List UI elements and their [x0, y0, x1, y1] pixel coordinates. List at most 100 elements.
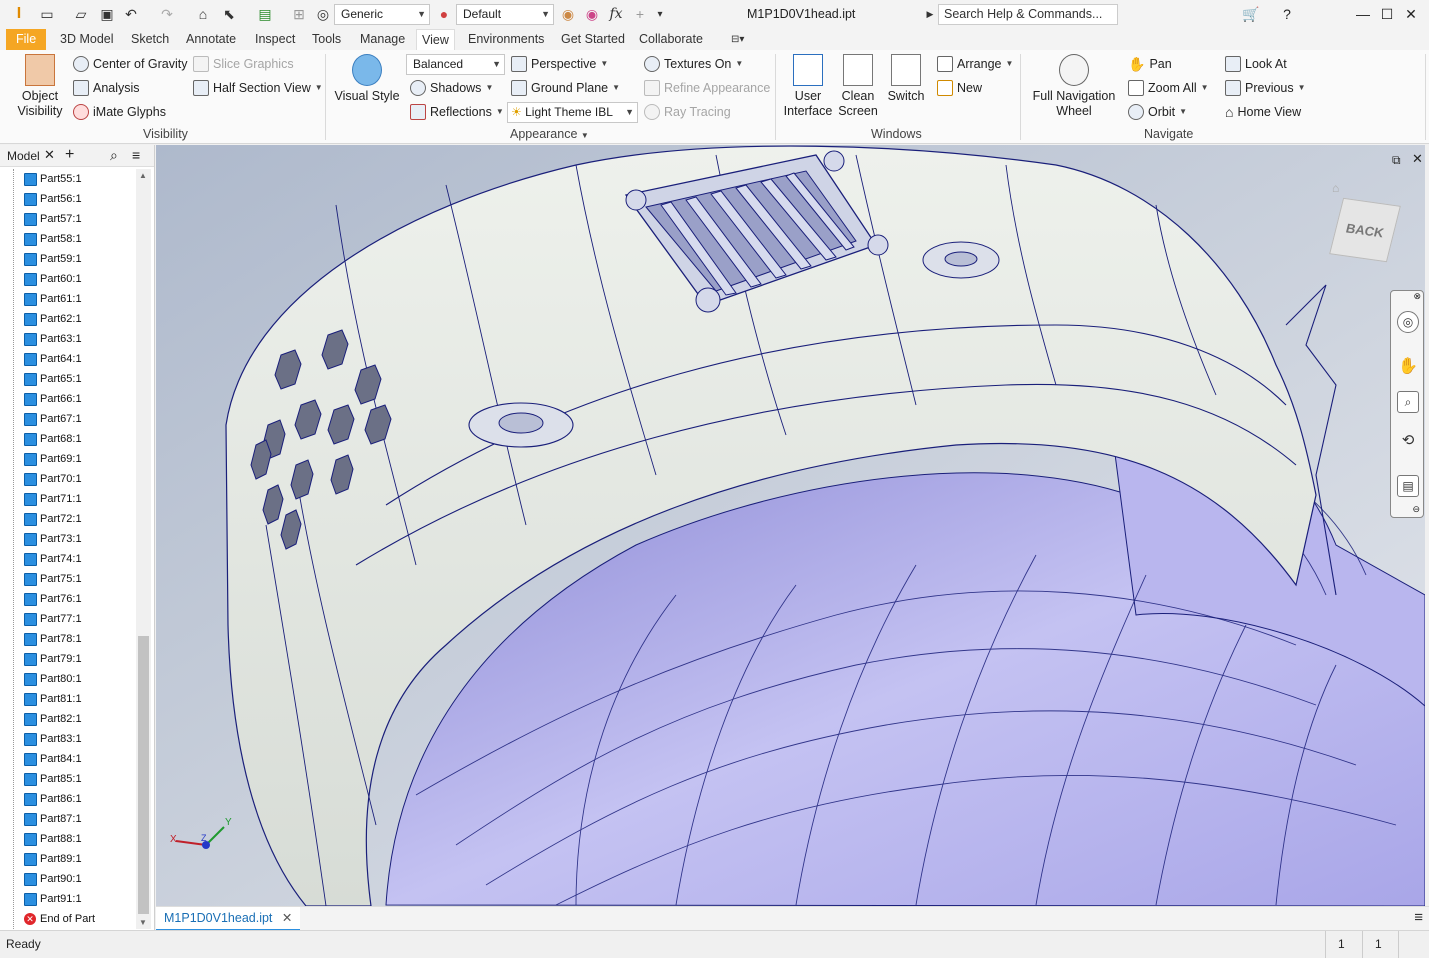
tab-options-icon[interactable]: ⊟▾: [726, 29, 749, 50]
tab-sketch[interactable]: Sketch: [126, 29, 174, 50]
tree-item[interactable]: Part56:1: [0, 189, 136, 209]
select-icon[interactable]: ⬉: [218, 4, 240, 24]
color-wheel-icon[interactable]: ●: [434, 4, 454, 24]
restore-icon[interactable]: ⧉: [1392, 153, 1401, 168]
ground-plane-button[interactable]: Ground Plane ▼: [511, 78, 620, 98]
open-icon[interactable]: ▱: [70, 4, 92, 24]
tree-item[interactable]: Part76:1: [0, 589, 136, 609]
textures-on-button[interactable]: Textures On ▼: [644, 54, 743, 74]
tree-item[interactable]: Part71:1: [0, 489, 136, 509]
tree-item[interactable]: Part87:1: [0, 809, 136, 829]
tree-item[interactable]: Part88:1: [0, 829, 136, 849]
tree-item[interactable]: Part64:1: [0, 349, 136, 369]
full-navigation-wheel-button[interactable]: Full Navigation Wheel: [1030, 54, 1118, 119]
close-icon[interactable]: ✕: [44, 147, 55, 163]
tree-item[interactable]: Part90:1: [0, 869, 136, 889]
object-visibility-button[interactable]: Object Visibility: [12, 54, 68, 119]
user-interface-button[interactable]: User Interface: [783, 54, 833, 119]
save-icon[interactable]: ▣: [96, 4, 118, 24]
tree-item[interactable]: Part75:1: [0, 569, 136, 589]
tab-3d-model[interactable]: 3D Model: [55, 29, 119, 50]
look-at-button[interactable]: Look At: [1225, 54, 1287, 74]
tab-inspect[interactable]: Inspect: [250, 29, 300, 50]
home-icon[interactable]: ⌂: [1332, 181, 1339, 195]
tree-item[interactable]: Part69:1: [0, 449, 136, 469]
arrange-button[interactable]: Arrange ▼: [937, 54, 1013, 74]
close-icon[interactable]: ✕: [282, 911, 292, 925]
tree-item[interactable]: Part79:1: [0, 649, 136, 669]
undo-icon[interactable]: ↶: [120, 4, 142, 24]
visual-style-combo[interactable]: Generic ▼: [334, 4, 430, 25]
scroll-thumb[interactable]: [138, 636, 149, 914]
half-section-view-button[interactable]: Half Section View ▼: [193, 78, 323, 98]
steering-wheel-icon[interactable]: ◎: [1397, 311, 1419, 333]
expand-search-icon[interactable]: ▶: [924, 4, 936, 24]
browser-title[interactable]: Model: [7, 149, 40, 163]
tree-item[interactable]: Part86:1: [0, 789, 136, 809]
tree-item[interactable]: Part68:1: [0, 429, 136, 449]
tree-item[interactable]: Part72:1: [0, 509, 136, 529]
orbit-icon[interactable]: ⟲: [1397, 431, 1419, 453]
redo-icon[interactable]: ↷: [156, 4, 178, 24]
close-icon[interactable]: ⊗: [1413, 291, 1421, 302]
clear-icon[interactable]: ◉: [582, 4, 602, 24]
fx-button[interactable]: fx: [606, 4, 626, 24]
visual-style-button[interactable]: Visual Style: [334, 54, 400, 104]
graphics-window[interactable]: ⌂ BACK ⧉ ✕ X Y Z: [156, 145, 1425, 906]
analysis-button[interactable]: Analysis: [73, 78, 140, 98]
previous-button[interactable]: Previous ▼: [1225, 78, 1306, 98]
pan-button[interactable]: ✋ Pan: [1128, 54, 1172, 74]
menu-icon[interactable]: ≡: [1414, 909, 1423, 926]
tree-item[interactable]: Part84:1: [0, 749, 136, 769]
tree-item[interactable]: Part82:1: [0, 709, 136, 729]
ray-tracing-button[interactable]: Ray Tracing: [644, 102, 731, 122]
tab-get-started[interactable]: Get Started: [556, 29, 630, 50]
maximize-button[interactable]: ☐: [1376, 4, 1398, 24]
shadows-button[interactable]: Shadows ▼: [410, 78, 493, 98]
tree-item[interactable]: Part55:1: [0, 169, 136, 189]
slice-graphics-button[interactable]: Slice Graphics: [193, 54, 294, 74]
clean-screen-button[interactable]: Clean Screen: [836, 54, 880, 119]
tree-item[interactable]: Part80:1: [0, 669, 136, 689]
tree-item[interactable]: Part78:1: [0, 629, 136, 649]
tab-collaborate[interactable]: Collaborate: [634, 29, 708, 50]
help-icon[interactable]: ?: [1276, 4, 1298, 24]
pan-hand-icon[interactable]: ✋: [1397, 357, 1419, 379]
minimize-button[interactable]: —: [1352, 4, 1374, 24]
tree-item[interactable]: Part74:1: [0, 549, 136, 569]
light-theme-select[interactable]: ☀ Light Theme IBL ▼: [507, 102, 638, 123]
look-at-icon[interactable]: ▤: [1397, 475, 1419, 497]
close-icon[interactable]: ✕: [1412, 151, 1423, 167]
tree-item[interactable]: Part63:1: [0, 329, 136, 349]
zoom-all-button[interactable]: Zoom All ▼: [1128, 78, 1209, 98]
tree-item[interactable]: Part57:1: [0, 209, 136, 229]
new-icon[interactable]: ▭: [36, 4, 58, 24]
search-icon[interactable]: ⌕: [110, 147, 118, 164]
end-of-part[interactable]: ✕ End of Part: [0, 909, 136, 929]
perspective-button[interactable]: Perspective ▼: [511, 54, 608, 74]
tab-manage[interactable]: Manage: [355, 29, 410, 50]
tree-item[interactable]: Part65:1: [0, 369, 136, 389]
switch-button[interactable]: Switch: [884, 54, 928, 104]
tree-item[interactable]: Part61:1: [0, 289, 136, 309]
search-input[interactable]: Search Help & Commands...: [938, 4, 1118, 25]
balanced-select[interactable]: Balanced ▼: [406, 54, 505, 75]
app-logo-icon[interactable]: I: [8, 4, 30, 24]
tree-item[interactable]: Part58:1: [0, 229, 136, 249]
orbit-button[interactable]: Orbit ▼: [1128, 102, 1187, 122]
tree-item[interactable]: Part85:1: [0, 769, 136, 789]
home-icon[interactable]: ⌂: [192, 4, 214, 24]
customize-icon[interactable]: ▾: [650, 4, 670, 24]
close-button[interactable]: ✕: [1400, 4, 1422, 24]
tree-item[interactable]: Part77:1: [0, 609, 136, 629]
tree-item[interactable]: Part60:1: [0, 269, 136, 289]
tree-item[interactable]: Part62:1: [0, 309, 136, 329]
imate-glyphs-button[interactable]: iMate Glyphs: [73, 102, 166, 122]
tree-item[interactable]: Part83:1: [0, 729, 136, 749]
cart-icon[interactable]: 🛒: [1240, 4, 1262, 24]
tree-item[interactable]: Part67:1: [0, 409, 136, 429]
tree-item[interactable]: Part91:1: [0, 889, 136, 909]
home-view-button[interactable]: ⌂ Home View: [1225, 102, 1301, 122]
plus-icon[interactable]: +: [630, 4, 650, 24]
tab-tools[interactable]: Tools: [307, 29, 346, 50]
